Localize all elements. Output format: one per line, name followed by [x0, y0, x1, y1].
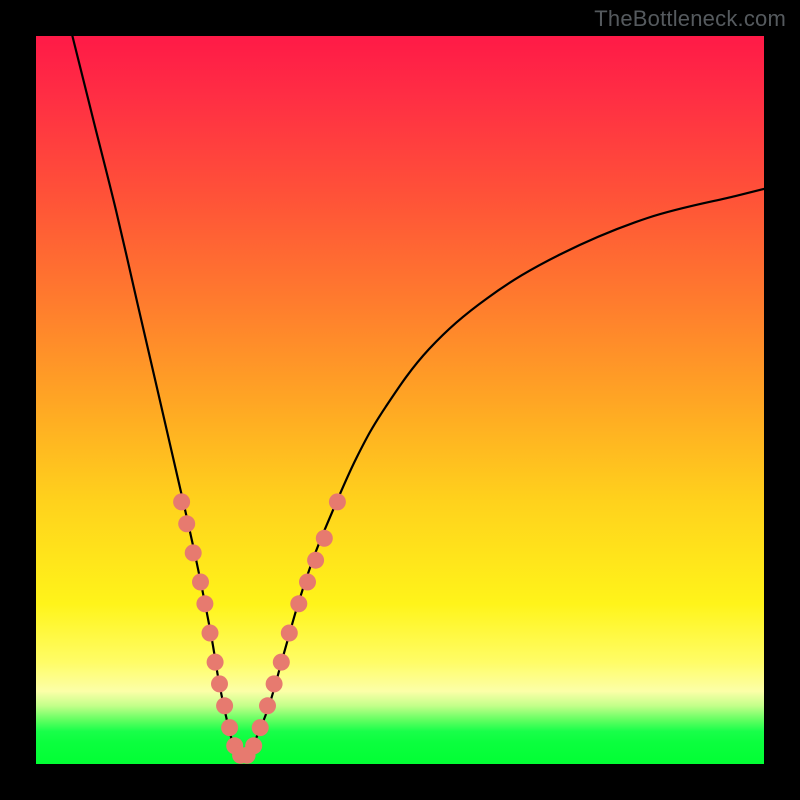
data-marker [178, 515, 195, 532]
watermark-text: TheBottleneck.com [594, 6, 786, 32]
data-marker [185, 544, 202, 561]
outer-frame: TheBottleneck.com [0, 0, 800, 800]
data-marker [273, 654, 290, 671]
data-marker [259, 697, 276, 714]
data-marker [173, 493, 190, 510]
marker-layer [173, 493, 346, 763]
data-marker [216, 697, 233, 714]
data-marker [245, 737, 262, 754]
data-marker [266, 675, 283, 692]
data-marker [211, 675, 228, 692]
data-marker [192, 574, 209, 591]
data-marker [290, 595, 307, 612]
data-marker [299, 574, 316, 591]
bottleneck-curve-path [72, 36, 764, 759]
data-marker [281, 625, 298, 642]
data-marker [329, 493, 346, 510]
chart-svg [36, 36, 764, 764]
data-marker [307, 552, 324, 569]
data-marker [316, 530, 333, 547]
data-marker [207, 654, 224, 671]
data-marker [202, 625, 219, 642]
data-marker [196, 595, 213, 612]
plot-area [36, 36, 764, 764]
data-marker [252, 719, 269, 736]
data-marker [221, 719, 238, 736]
